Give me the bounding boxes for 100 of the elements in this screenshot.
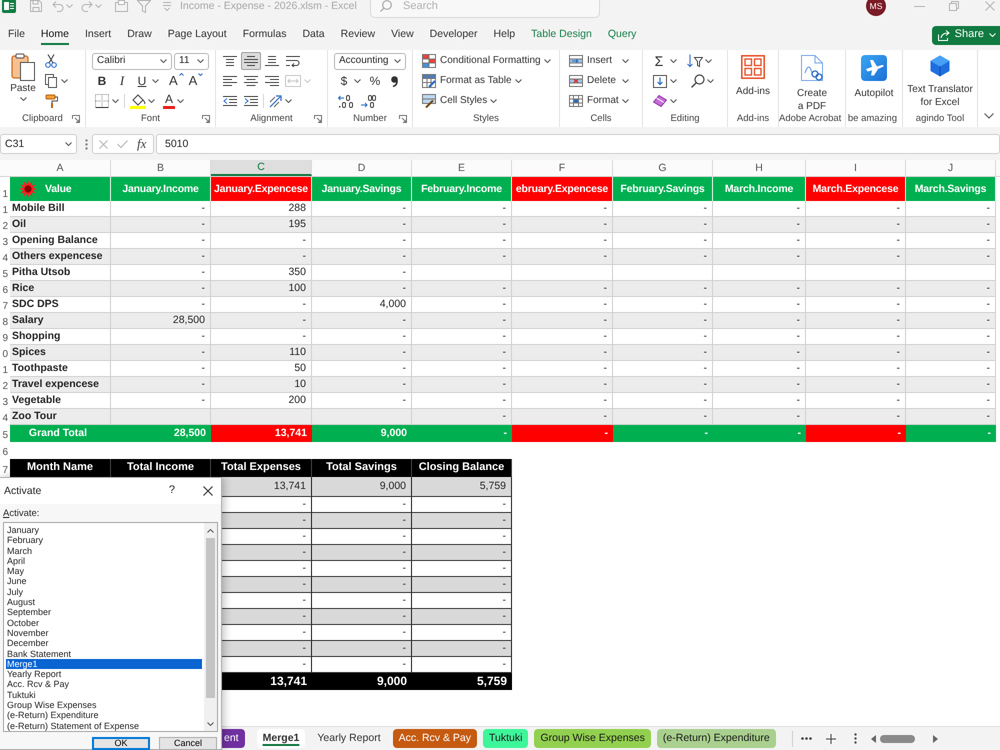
caret-icon[interactable] — [707, 79, 714, 83]
currency-button[interactable]: $ — [338, 72, 350, 90]
check-icon[interactable] — [117, 140, 128, 148]
add-ins-button[interactable]: Add-ins — [736, 51, 770, 111]
dotted-grid-icon[interactable] — [95, 94, 109, 108]
chevron-down-icon[interactable] — [984, 113, 994, 119]
search-field[interactable]: Search — [370, 0, 600, 18]
align-middle-icon[interactable] — [241, 52, 261, 70]
list-item[interactable]: Tuktuki — [6, 690, 202, 700]
row-number[interactable]: 2 — [0, 217, 10, 233]
align-right-icon[interactable] — [265, 76, 279, 86]
number-format-field[interactable]: Accounting — [334, 52, 406, 70]
column-header[interactable]: G — [613, 160, 713, 176]
row-number[interactable]: 1 — [0, 201, 10, 217]
vertical-scrollbar[interactable] — [204, 523, 217, 731]
sort-filter-icon[interactable] — [687, 54, 703, 68]
menu-tab[interactable]: Formulas — [242, 25, 286, 45]
scroll-up-icon[interactable] — [207, 529, 214, 533]
row-number[interactable]: 7 — [0, 297, 10, 313]
list-item[interactable]: Acc. Rcv & Pay — [6, 679, 202, 690]
scissors-icon[interactable] — [45, 54, 57, 68]
row-number[interactable]: 9 — [0, 329, 10, 345]
row-number[interactable]: 3 — [0, 233, 10, 249]
column-header[interactable]: F — [512, 160, 613, 176]
row-number[interactable]: 2 — [0, 377, 10, 393]
autopilot-button[interactable]: Autopilot — [854, 51, 894, 111]
list-item[interactable]: October — [6, 618, 202, 628]
sheet-tab[interactable]: Merge1 — [256, 729, 306, 748]
row-number[interactable]: 3 — [0, 393, 10, 409]
sheet-tab[interactable]: (e-Return) Expenditure — [656, 729, 776, 748]
sheet-tab[interactable]: ent — [222, 729, 245, 748]
column-header[interactable]: I — [806, 160, 906, 176]
scroll-right-icon[interactable] — [932, 734, 938, 742]
column-header[interactable]: E — [412, 160, 512, 176]
column-header[interactable]: D — [312, 160, 412, 176]
menu-tab[interactable]: Data — [302, 25, 325, 45]
row-number[interactable]: 7 — [0, 459, 10, 477]
font-name-field[interactable]: Calibri — [92, 52, 172, 70]
menu-tab[interactable]: Table Design — [531, 25, 592, 45]
more-icon[interactable] — [800, 737, 812, 740]
caret-icon[interactable] — [622, 79, 629, 83]
list-item[interactable]: May — [6, 566, 202, 576]
underline-button[interactable]: U — [136, 72, 148, 90]
paint-roller-icon[interactable] — [45, 94, 59, 108]
list-item[interactable]: June — [6, 576, 202, 587]
sheet-tab[interactable]: Acc. Rcv & Pay — [392, 729, 477, 748]
scrollbar-thumb[interactable] — [880, 734, 915, 742]
cancel-button[interactable]: Cancel — [159, 737, 217, 750]
row-number[interactable]: 6 — [0, 442, 10, 459]
autosum-button[interactable]: Σ — [653, 52, 665, 70]
percent-button[interactable]: % — [369, 72, 381, 90]
add-sheet-icon[interactable] — [826, 734, 836, 744]
row-number[interactable]: 1 — [0, 177, 10, 201]
caret-icon[interactable] — [670, 99, 677, 103]
caret-icon[interactable] — [61, 79, 68, 83]
text-translator-button[interactable]: Text Translator for Excel — [904, 51, 976, 111]
format-as-table-button[interactable]: Format as Table — [422, 74, 522, 88]
insert-cells-button[interactable]: Insert — [569, 55, 619, 67]
paste-button[interactable]: Paste — [6, 51, 40, 111]
scroll-down-icon[interactable] — [207, 722, 214, 726]
list-item[interactable]: (e-Return) Expenditure — [6, 710, 202, 721]
decrease-decimal-icon[interactable] — [360, 94, 376, 108]
list-item[interactable]: Merge1 — [6, 658, 202, 670]
increase-decimal-icon[interactable] — [338, 94, 354, 108]
help-button[interactable]: ? — [168, 484, 175, 498]
align-left-icon[interactable] — [223, 76, 237, 86]
column-header[interactable]: A — [10, 160, 111, 176]
menu-tab[interactable]: Developer — [430, 25, 478, 45]
caret-icon[interactable] — [177, 99, 184, 103]
insert-function-button[interactable]: fx — [137, 136, 146, 152]
list-item[interactable]: Bank Statement — [6, 648, 202, 659]
create-pdf-button[interactable]: Create a PDF — [793, 51, 831, 111]
sheet-tab[interactable]: Group Wise Expenses — [534, 729, 651, 748]
cell-styles-button[interactable]: Cell Styles — [422, 94, 498, 108]
menu-tab[interactable]: Home — [40, 25, 69, 45]
dialog-launcher-icon[interactable] — [399, 115, 407, 123]
caret-icon[interactable] — [152, 79, 159, 83]
list-item[interactable]: January — [6, 525, 202, 536]
list-item[interactable]: February — [6, 535, 202, 546]
row-number[interactable]: 4 — [0, 409, 10, 425]
caret-icon[interactable] — [112, 99, 119, 103]
paint-bucket-icon[interactable] — [130, 93, 146, 109]
menu-tab[interactable]: Review — [340, 25, 376, 45]
bold-button[interactable]: B — [96, 72, 108, 90]
down-arrow-box-icon[interactable] — [653, 74, 667, 88]
column-header[interactable]: J — [906, 160, 996, 176]
row-number[interactable]: 5 — [0, 425, 10, 442]
column-header[interactable]: C — [211, 160, 312, 176]
list-item[interactable]: Group Wise Expenses — [6, 700, 202, 710]
wrap-text-icon[interactable] — [286, 55, 300, 67]
shrink-font-button[interactable]: A — [188, 72, 204, 90]
list-item[interactable]: April — [6, 556, 202, 566]
formula-field[interactable]: 5010 — [156, 134, 1000, 154]
font-size-field[interactable]: 11 — [174, 52, 209, 70]
list-item[interactable]: March — [6, 546, 202, 556]
delete-cells-button[interactable]: Delete — [569, 75, 619, 87]
dialog-launcher-icon[interactable] — [202, 115, 210, 123]
close-icon[interactable] — [203, 486, 213, 496]
sheet-tab[interactable]: Yearly Report — [311, 729, 387, 748]
align-center-icon[interactable] — [244, 76, 258, 86]
